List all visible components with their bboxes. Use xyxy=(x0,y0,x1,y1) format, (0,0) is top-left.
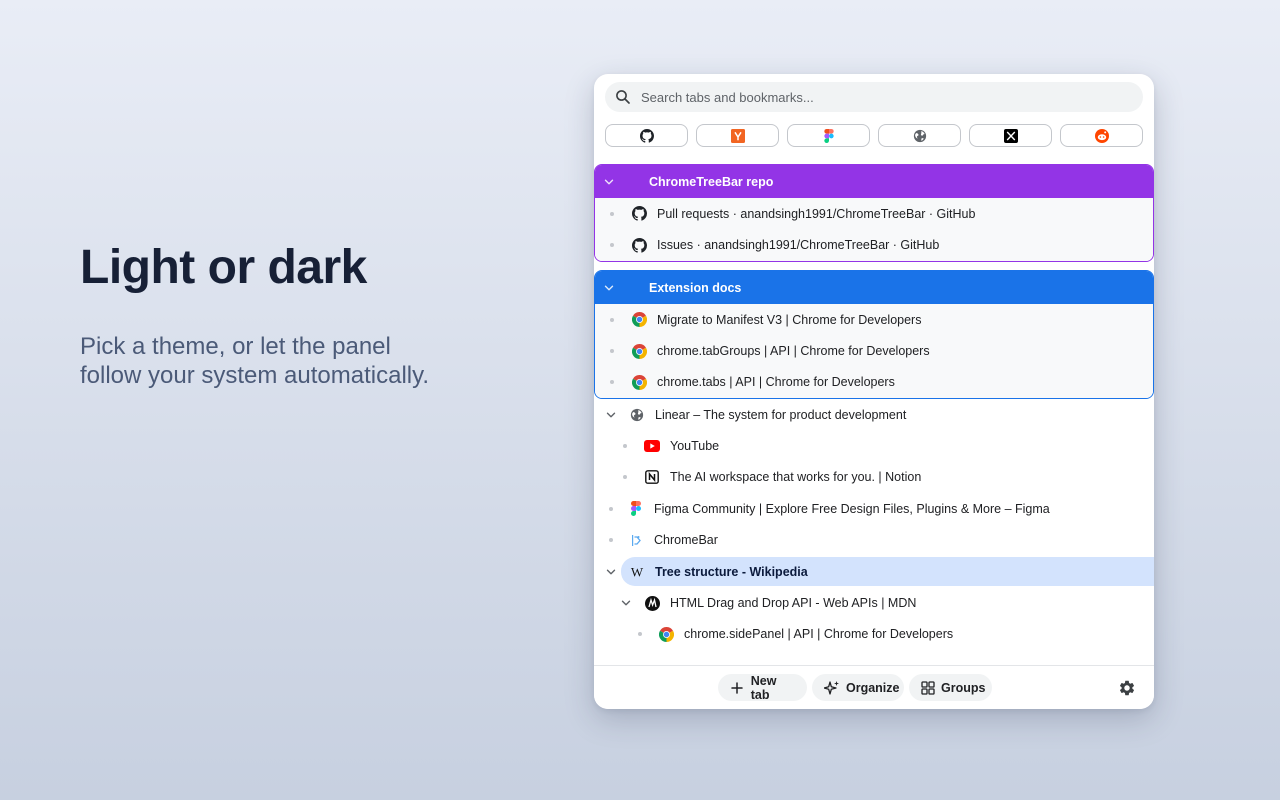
tab-title: Tree structure - Wikipedia xyxy=(655,564,808,579)
bullet-dot xyxy=(610,211,614,216)
chevron-down-icon[interactable] xyxy=(596,176,622,188)
pinned-tab-ycombinator[interactable] xyxy=(696,124,779,147)
svg-text:W: W xyxy=(631,565,644,579)
bullet-dot xyxy=(609,538,613,543)
search-bar[interactable] xyxy=(605,82,1143,112)
tab-title: Figma Community | Explore Free Design Fi… xyxy=(654,501,1050,516)
group-header[interactable]: ChromeTreeBar repo xyxy=(595,165,1153,198)
footer-toolbar: New tab Organize Groups xyxy=(594,665,1154,709)
chevron-down-icon[interactable] xyxy=(603,566,619,578)
tab-title: HTML Drag and Drop API - Web APIs | MDN xyxy=(670,596,917,611)
globe-icon xyxy=(913,129,927,143)
tab-title: Issues · anandsingh1991/ChromeTreeBar · … xyxy=(657,238,940,253)
bullet-dot xyxy=(610,243,614,248)
tab-row[interactable]: Issues · anandsingh1991/ChromeTreeBar · … xyxy=(595,229,1153,260)
github-icon xyxy=(640,129,654,143)
tab-tree: Linear – The system for product developm… xyxy=(594,399,1154,650)
bullet-dot xyxy=(610,317,614,322)
search-input[interactable] xyxy=(639,88,1123,106)
chevron-down-icon[interactable] xyxy=(596,282,622,294)
tab-title: ChromeBar xyxy=(654,533,718,548)
figma-icon xyxy=(824,129,834,143)
tab-title: chrome.tabs | API | Chrome for Developer… xyxy=(657,375,895,390)
chevron-down-icon[interactable] xyxy=(618,597,634,609)
group-tabs: Pull requests · anandsingh1991/ChromeTre… xyxy=(595,198,1153,261)
chrome-icon xyxy=(658,626,674,642)
globe-icon xyxy=(629,407,645,423)
bullet-dot xyxy=(638,632,642,637)
search-icon xyxy=(615,89,631,105)
tab-row[interactable]: Linear – The system for product developm… xyxy=(594,399,1154,430)
tab-title: Migrate to Manifest V3 | Chrome for Deve… xyxy=(657,312,922,327)
figma-icon xyxy=(628,501,644,517)
bullet-dot xyxy=(610,380,614,385)
hero-subtitle-line2: follow your system automatically. xyxy=(80,362,430,389)
group-tabs: Migrate to Manifest V3 | Chrome for Deve… xyxy=(595,304,1153,399)
pinned-tabs-bar xyxy=(605,124,1143,147)
tab-title: chrome.tabGroups | API | Chrome for Deve… xyxy=(657,344,930,359)
tab-row[interactable]: chrome.tabGroups | API | Chrome for Deve… xyxy=(595,335,1153,366)
tab-row[interactable]: Migrate to Manifest V3 | Chrome for Deve… xyxy=(595,304,1153,335)
github-icon xyxy=(631,206,647,222)
tab-group-chrometreebar: ChromeTreeBar repo Pull requests · anand… xyxy=(594,164,1154,262)
tab-row[interactable]: ChromeBar xyxy=(594,525,1154,556)
hero-subtitle: Pick a theme, or let the panel follow yo… xyxy=(80,332,520,390)
hero-title: Light or dark xyxy=(80,241,367,294)
chromebar-icon xyxy=(628,532,644,548)
pinned-tab-github[interactable] xyxy=(605,124,688,147)
pinned-tab-figma[interactable] xyxy=(787,124,870,147)
tab-row[interactable]: The AI workspace that works for you. | N… xyxy=(594,462,1154,493)
bullet-dot xyxy=(610,349,614,354)
pinned-tab-globe[interactable] xyxy=(878,124,961,147)
plus-icon xyxy=(730,680,745,696)
organize-label: Organize xyxy=(846,680,900,695)
github-icon xyxy=(631,237,647,253)
tab-group-extension-docs: Extension docs Migrate to Manifest V3 | … xyxy=(594,270,1154,400)
groups-button[interactable]: Groups xyxy=(909,674,992,701)
hero-section: Light or dark Pick a theme, or let the p… xyxy=(80,240,520,390)
chrome-icon xyxy=(631,374,647,390)
tab-row-selected[interactable]: W Tree structure - Wikipedia xyxy=(594,556,1154,587)
group-header[interactable]: Extension docs xyxy=(595,271,1153,304)
side-panel: ChromeTreeBar repo Pull requests · anand… xyxy=(594,74,1154,709)
gear-icon[interactable] xyxy=(1118,679,1136,697)
tab-title: Pull requests · anandsingh1991/ChromeTre… xyxy=(657,206,976,221)
new-tab-label: New tab xyxy=(750,673,777,702)
group-name: ChromeTreeBar repo xyxy=(649,174,774,189)
tab-row[interactable]: HTML Drag and Drop API - Web APIs | MDN xyxy=(594,587,1154,618)
group-name: Extension docs xyxy=(649,280,742,295)
tab-row[interactable]: YouTube xyxy=(594,430,1154,461)
bullet-dot xyxy=(623,475,627,480)
chevron-down-icon[interactable] xyxy=(603,409,619,421)
organize-button[interactable]: Organize xyxy=(812,674,904,701)
hero-subtitle-line1: Pick a theme, or let the panel xyxy=(80,333,391,360)
grid-icon xyxy=(921,680,935,696)
tab-row[interactable]: Pull requests · anandsingh1991/ChromeTre… xyxy=(595,198,1153,229)
chrome-icon xyxy=(631,343,647,359)
tab-title: The AI workspace that works for you. | N… xyxy=(670,470,922,485)
youtube-icon xyxy=(644,438,660,454)
wikipedia-icon: W xyxy=(629,564,645,580)
notion-icon xyxy=(644,469,660,485)
pinned-tab-reddit[interactable] xyxy=(1060,124,1143,147)
mdn-icon xyxy=(644,595,660,611)
tab-title: YouTube xyxy=(670,439,720,454)
reddit-icon xyxy=(1094,128,1109,143)
tab-title: Linear – The system for product developm… xyxy=(655,407,907,422)
tab-row[interactable]: Figma Community | Explore Free Design Fi… xyxy=(594,493,1154,524)
tab-row[interactable]: chrome.sidePanel | API | Chrome for Deve… xyxy=(594,619,1154,650)
bullet-dot xyxy=(623,444,627,449)
pinned-tab-x[interactable] xyxy=(969,124,1052,147)
tab-title: chrome.sidePanel | API | Chrome for Deve… xyxy=(684,627,954,642)
bullet-dot xyxy=(609,506,613,511)
sparkle-icon xyxy=(824,680,840,696)
x-icon xyxy=(1003,128,1018,143)
new-tab-button[interactable]: New tab xyxy=(718,673,807,702)
groups-label: Groups xyxy=(941,680,986,695)
ycombinator-icon xyxy=(730,128,745,143)
chrome-icon xyxy=(631,312,647,328)
tab-row[interactable]: chrome.tabs | API | Chrome for Developer… xyxy=(595,367,1153,398)
